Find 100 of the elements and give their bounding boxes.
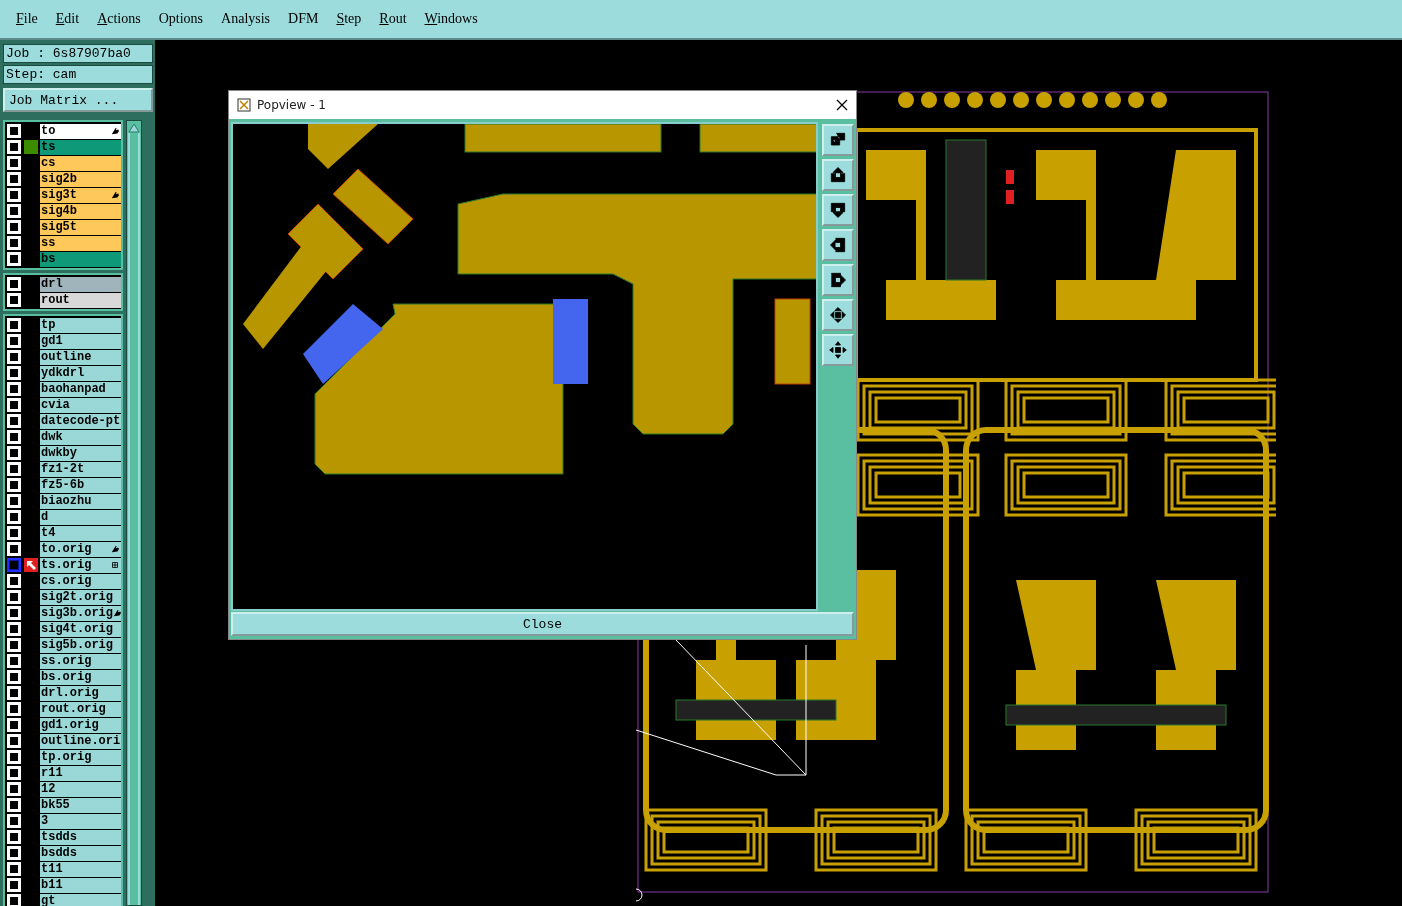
move-left-icon[interactable] <box>822 229 854 261</box>
scroll-up-icon[interactable] <box>128 123 140 133</box>
checkbox[interactable] <box>7 462 21 476</box>
layer-name[interactable]: biaozhu <box>40 493 121 509</box>
checkbox[interactable] <box>7 277 21 291</box>
layer-name[interactable]: outline.ori <box>40 733 121 749</box>
checkbox[interactable] <box>7 124 21 138</box>
checkbox[interactable] <box>7 382 21 396</box>
layer-name[interactable]: ss.orig <box>40 653 121 669</box>
menu-item[interactable]: Step <box>336 11 362 27</box>
checkbox[interactable] <box>7 366 21 380</box>
layer-name[interactable]: t4 <box>40 525 121 541</box>
checkbox[interactable] <box>7 494 21 508</box>
window-icon[interactable] <box>822 124 854 156</box>
menu-item[interactable]: Analysis <box>221 11 271 27</box>
checkbox[interactable] <box>7 766 21 780</box>
layer-name[interactable]: ts.orig <box>40 557 121 573</box>
layer-name[interactable]: rout.orig <box>40 701 121 717</box>
checkbox[interactable] <box>7 398 21 412</box>
checkbox[interactable] <box>7 830 21 844</box>
checkbox[interactable] <box>7 846 21 860</box>
layer-name[interactable]: sig5t <box>40 219 121 235</box>
checkbox[interactable] <box>7 878 21 892</box>
layer-name[interactable]: rout <box>40 292 121 308</box>
layer-name[interactable]: cs.orig <box>40 573 121 589</box>
layer-name[interactable]: 12 <box>40 781 121 797</box>
layer-name[interactable]: drl <box>40 276 121 292</box>
layer-name[interactable]: tp <box>40 317 121 333</box>
job-matrix-button[interactable]: Job Matrix ... <box>3 88 153 112</box>
close-icon[interactable] <box>836 99 848 111</box>
checkbox[interactable] <box>7 446 21 460</box>
checkbox[interactable] <box>7 156 21 170</box>
checkbox[interactable] <box>7 670 21 684</box>
checkbox[interactable] <box>7 293 21 307</box>
checkbox[interactable] <box>7 478 21 492</box>
layer-name[interactable]: sig4b <box>40 203 121 219</box>
checkbox[interactable] <box>7 204 21 218</box>
layer-name[interactable]: gd1 <box>40 333 121 349</box>
menu-item[interactable]: DFM <box>288 11 319 27</box>
menu-item[interactable]: Options <box>158 11 204 27</box>
checkbox[interactable] <box>7 606 21 620</box>
zoom-out-icon[interactable] <box>822 334 854 366</box>
checkbox[interactable] <box>7 798 21 812</box>
checkbox[interactable] <box>7 686 21 700</box>
menu-item[interactable]: Actions <box>97 11 141 27</box>
checkbox[interactable] <box>7 654 21 668</box>
checkbox[interactable] <box>7 862 21 876</box>
layer-name[interactable]: bs <box>40 251 121 267</box>
checkbox[interactable] <box>7 574 21 588</box>
checkbox[interactable] <box>7 702 21 716</box>
checkbox[interactable] <box>7 172 21 186</box>
layer-name[interactable]: sig3b.orig <box>40 605 121 621</box>
checkbox[interactable] <box>7 350 21 364</box>
layer-name[interactable]: drl.orig <box>40 685 121 701</box>
layer-name[interactable]: 3 <box>40 813 121 829</box>
checkbox[interactable] <box>7 526 21 540</box>
zoom-in-icon[interactable] <box>822 299 854 331</box>
layer-name[interactable]: ss <box>40 235 121 251</box>
checkbox[interactable] <box>7 414 21 428</box>
layer-name[interactable]: cvia <box>40 397 121 413</box>
layer-name[interactable]: to.orig <box>40 541 121 557</box>
menu-item[interactable]: Rout <box>379 11 407 27</box>
checkbox[interactable] <box>7 638 21 652</box>
checkbox[interactable] <box>7 510 21 524</box>
checkbox[interactable] <box>7 894 21 906</box>
layer-name[interactable]: sig5b.orig <box>40 637 121 653</box>
layer-name[interactable]: bs.orig <box>40 669 121 685</box>
move-right-icon[interactable] <box>822 264 854 296</box>
layer-name[interactable]: cs <box>40 155 121 171</box>
menu-item[interactable]: File <box>16 11 38 27</box>
checkbox[interactable] <box>7 430 21 444</box>
layer-name[interactable]: ts <box>40 139 121 155</box>
checkbox[interactable] <box>7 542 21 556</box>
layer-name[interactable]: tp.orig <box>40 749 121 765</box>
layer-name[interactable]: dwk <box>40 429 121 445</box>
checkbox[interactable] <box>7 782 21 796</box>
move-up-icon[interactable] <box>822 159 854 191</box>
checkbox[interactable] <box>7 318 21 332</box>
checkbox[interactable] <box>7 590 21 604</box>
checkbox[interactable] <box>7 750 21 764</box>
move-down-icon[interactable] <box>822 194 854 226</box>
layer-name[interactable]: ydkdrl <box>40 365 121 381</box>
checkbox[interactable] <box>7 252 21 266</box>
checkbox[interactable] <box>7 814 21 828</box>
layer-name[interactable]: t11 <box>40 861 121 877</box>
menu-item[interactable]: Edit <box>55 11 80 27</box>
close-button[interactable]: Close <box>231 612 854 636</box>
layer-name[interactable]: sig2b <box>40 171 121 187</box>
layer-name[interactable]: d <box>40 509 121 525</box>
layer-name[interactable]: gd1.orig <box>40 717 121 733</box>
layer-name[interactable]: dwkby <box>40 445 121 461</box>
layer-name[interactable]: fz5-6b <box>40 477 121 493</box>
scrollbar[interactable] <box>126 120 142 906</box>
layer-name[interactable]: sig4t.orig <box>40 621 121 637</box>
layer-name[interactable]: sig3t <box>40 187 121 203</box>
checkbox[interactable] <box>7 236 21 250</box>
layer-name[interactable]: outline <box>40 349 121 365</box>
menu-item[interactable]: Windows <box>424 11 478 27</box>
layer-name[interactable]: bsdds <box>40 845 121 861</box>
checkbox[interactable] <box>7 718 21 732</box>
